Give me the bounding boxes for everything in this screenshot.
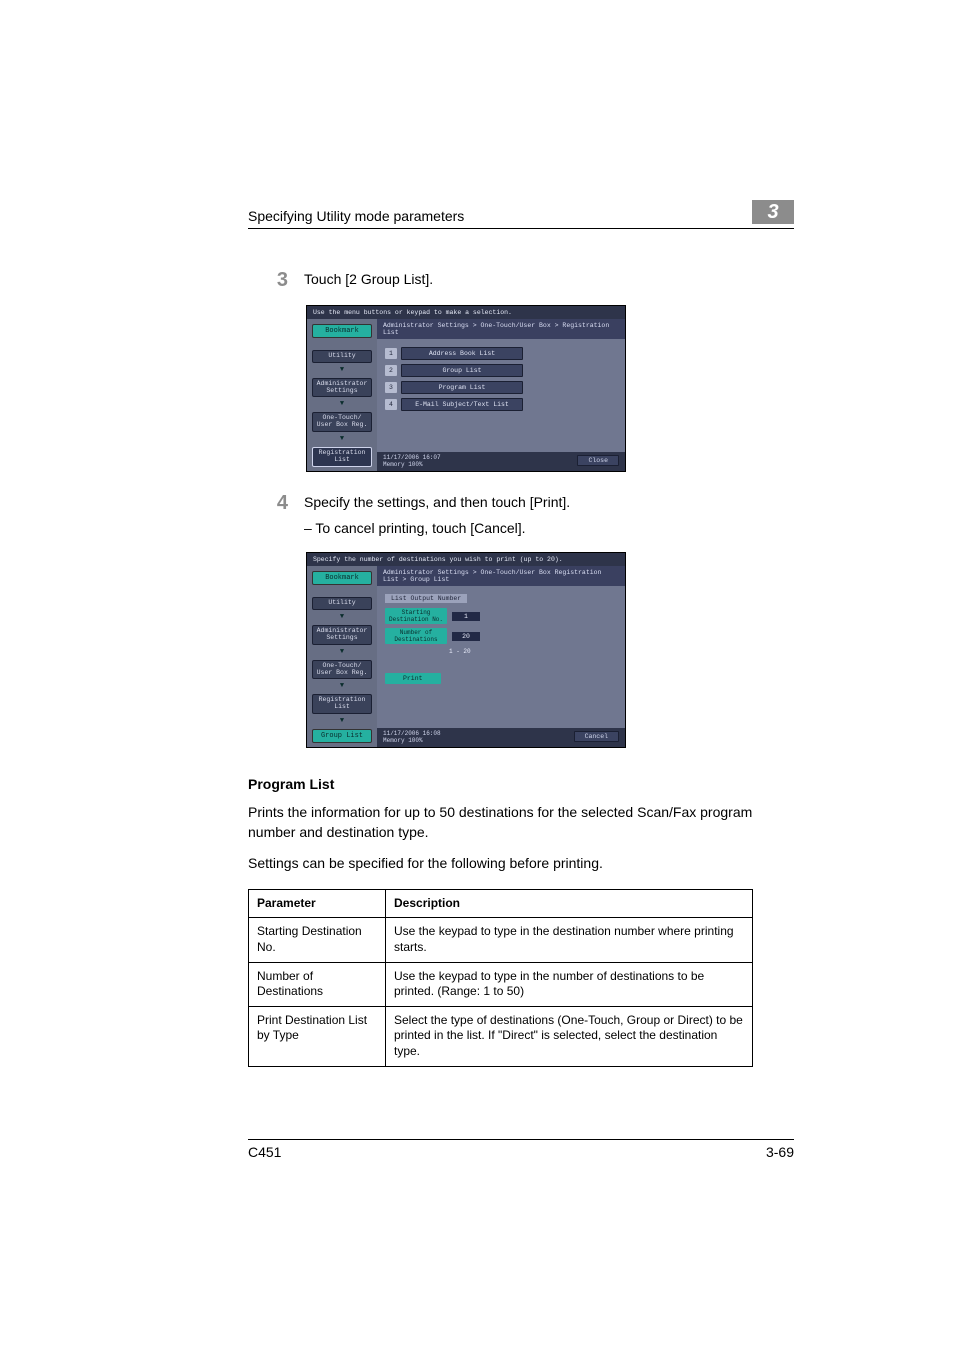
footer-page: 3-69 xyxy=(766,1144,794,1160)
step-4-sub: – To cancel printing, touch [Cancel]. xyxy=(304,518,794,538)
number-dest-label[interactable]: Number of Destinations xyxy=(385,628,447,644)
nav-arrow-icon: ▼ xyxy=(312,718,372,725)
section-title-program-list: Program List xyxy=(248,776,794,792)
nav-admin-settings[interactable]: Administrator Settings xyxy=(312,625,372,645)
step-4-text: Specify the settings, and then touch [Pr… xyxy=(304,492,794,512)
program-list-desc-2: Settings can be specified for the follow… xyxy=(248,853,794,873)
screenshot-registration-list: Use the menu buttons or keypad to make a… xyxy=(306,305,626,472)
nav-group-list[interactable]: Group List xyxy=(312,729,372,743)
bookmark-button[interactable]: Bookmark xyxy=(312,571,372,585)
col-parameter: Parameter xyxy=(249,889,386,918)
table-row: Starting Destination No. Use the keypad … xyxy=(249,918,753,962)
shot2-datetime: 11/17/2006 16:08 xyxy=(383,730,441,737)
close-button[interactable]: Close xyxy=(577,455,619,466)
desc-print-by-type: Select the type of destinations (One-Tou… xyxy=(386,1006,753,1066)
desc-starting-dest: Use the keypad to type in the destinatio… xyxy=(386,918,753,962)
starting-dest-label[interactable]: Starting Destination No. xyxy=(385,608,447,624)
number-dest-range: 1 - 20 xyxy=(449,648,617,655)
menu-num-1: 1 xyxy=(385,348,397,359)
param-print-by-type: Print Destination List by Type xyxy=(249,1006,386,1066)
nav-utility[interactable]: Utility xyxy=(312,597,372,610)
menu-address-book-list[interactable]: Address Book List xyxy=(401,347,523,360)
number-dest-value[interactable]: 20 xyxy=(452,632,480,641)
shot2-instruction: Specify the number of destinations you w… xyxy=(307,553,625,566)
cancel-button[interactable]: Cancel xyxy=(574,731,619,742)
nav-onetouch[interactable]: One-Touch/ User Box Reg. xyxy=(312,412,372,432)
nav-arrow-icon: ▼ xyxy=(312,683,372,690)
desc-num-dest: Use the keypad to type in the number of … xyxy=(386,962,753,1006)
starting-dest-value[interactable]: 1 xyxy=(452,612,480,621)
nav-arrow-icon: ▼ xyxy=(312,367,372,374)
print-button[interactable]: Print xyxy=(385,673,441,684)
nav-registration-list[interactable]: Registration List xyxy=(312,694,372,714)
nav-utility[interactable]: Utility xyxy=(312,350,372,363)
header-title: Specifying Utility mode parameters xyxy=(248,208,464,224)
nav-arrow-icon: ▼ xyxy=(312,649,372,656)
nav-onetouch[interactable]: One-Touch/ User Box Reg. xyxy=(312,660,372,680)
shot1-memory: Memory 100% xyxy=(383,461,441,468)
screenshot-group-list: Specify the number of destinations you w… xyxy=(306,552,626,748)
menu-group-list[interactable]: Group List xyxy=(401,364,523,377)
menu-num-2: 2 xyxy=(385,365,397,376)
param-starting-dest: Starting Destination No. xyxy=(249,918,386,962)
shot1-datetime: 11/17/2006 16:07 xyxy=(383,454,441,461)
menu-num-4: 4 xyxy=(385,399,397,410)
shot1-breadcrumb: Administrator Settings > One-Touch/User … xyxy=(377,319,625,339)
step-4-number: 4 xyxy=(248,492,304,539)
step-3-number: 3 xyxy=(248,269,304,291)
shot2-memory: Memory 100% xyxy=(383,737,441,744)
nav-admin-settings[interactable]: Administrator Settings xyxy=(312,378,372,398)
menu-email-subject-text-list[interactable]: E-Mail Subject/Text List xyxy=(401,398,523,411)
program-list-desc-1: Prints the information for up to 50 dest… xyxy=(248,802,794,843)
shot2-breadcrumb: Administrator Settings > One-Touch/User … xyxy=(377,566,625,586)
menu-program-list[interactable]: Program List xyxy=(401,381,523,394)
step-3-text: Touch [2 Group List]. xyxy=(304,269,794,291)
shot1-instruction: Use the menu buttons or keypad to make a… xyxy=(307,306,625,319)
menu-num-3: 3 xyxy=(385,382,397,393)
col-description: Description xyxy=(386,889,753,918)
footer-model: C451 xyxy=(248,1144,281,1160)
bookmark-button[interactable]: Bookmark xyxy=(312,324,372,338)
parameter-table: Parameter Description Starting Destinati… xyxy=(248,889,753,1067)
list-output-number-label: List Output Number xyxy=(385,594,467,603)
nav-registration-list[interactable]: Registration List xyxy=(312,447,372,467)
nav-arrow-icon: ▼ xyxy=(312,436,372,443)
nav-arrow-icon: ▼ xyxy=(312,614,372,621)
nav-arrow-icon: ▼ xyxy=(312,401,372,408)
table-row: Number of Destinations Use the keypad to… xyxy=(249,962,753,1006)
chapter-badge: 3 xyxy=(752,200,794,224)
param-num-dest: Number of Destinations xyxy=(249,962,386,1006)
table-row: Print Destination List by Type Select th… xyxy=(249,1006,753,1066)
